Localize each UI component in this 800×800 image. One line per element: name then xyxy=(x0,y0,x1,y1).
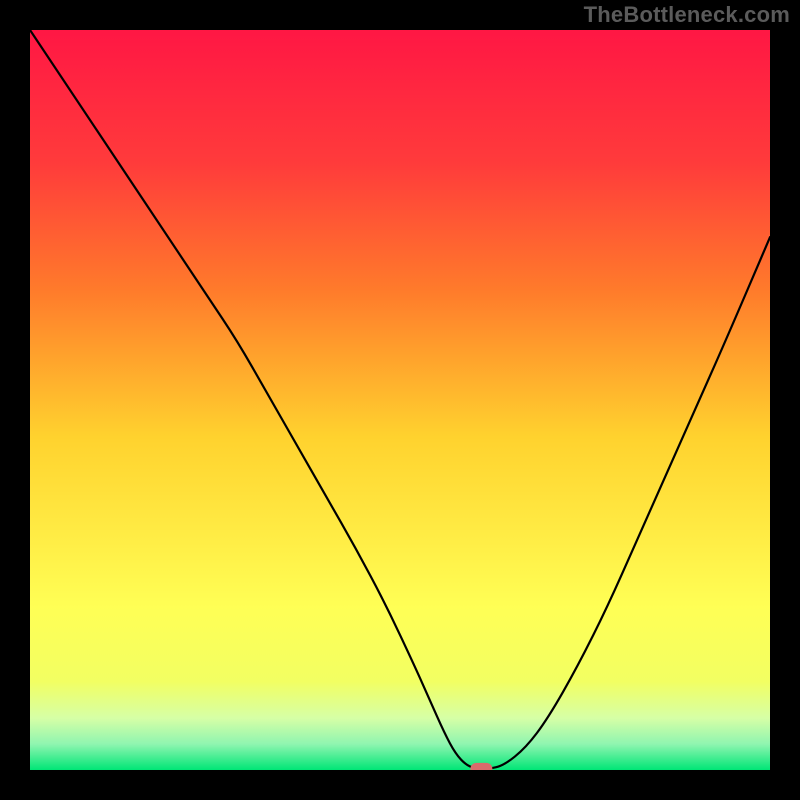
watermark-text: TheBottleneck.com xyxy=(584,2,790,28)
bottleneck-chart xyxy=(30,30,770,770)
optimal-marker xyxy=(470,763,492,770)
chart-frame: TheBottleneck.com xyxy=(0,0,800,800)
gradient-background xyxy=(30,30,770,770)
